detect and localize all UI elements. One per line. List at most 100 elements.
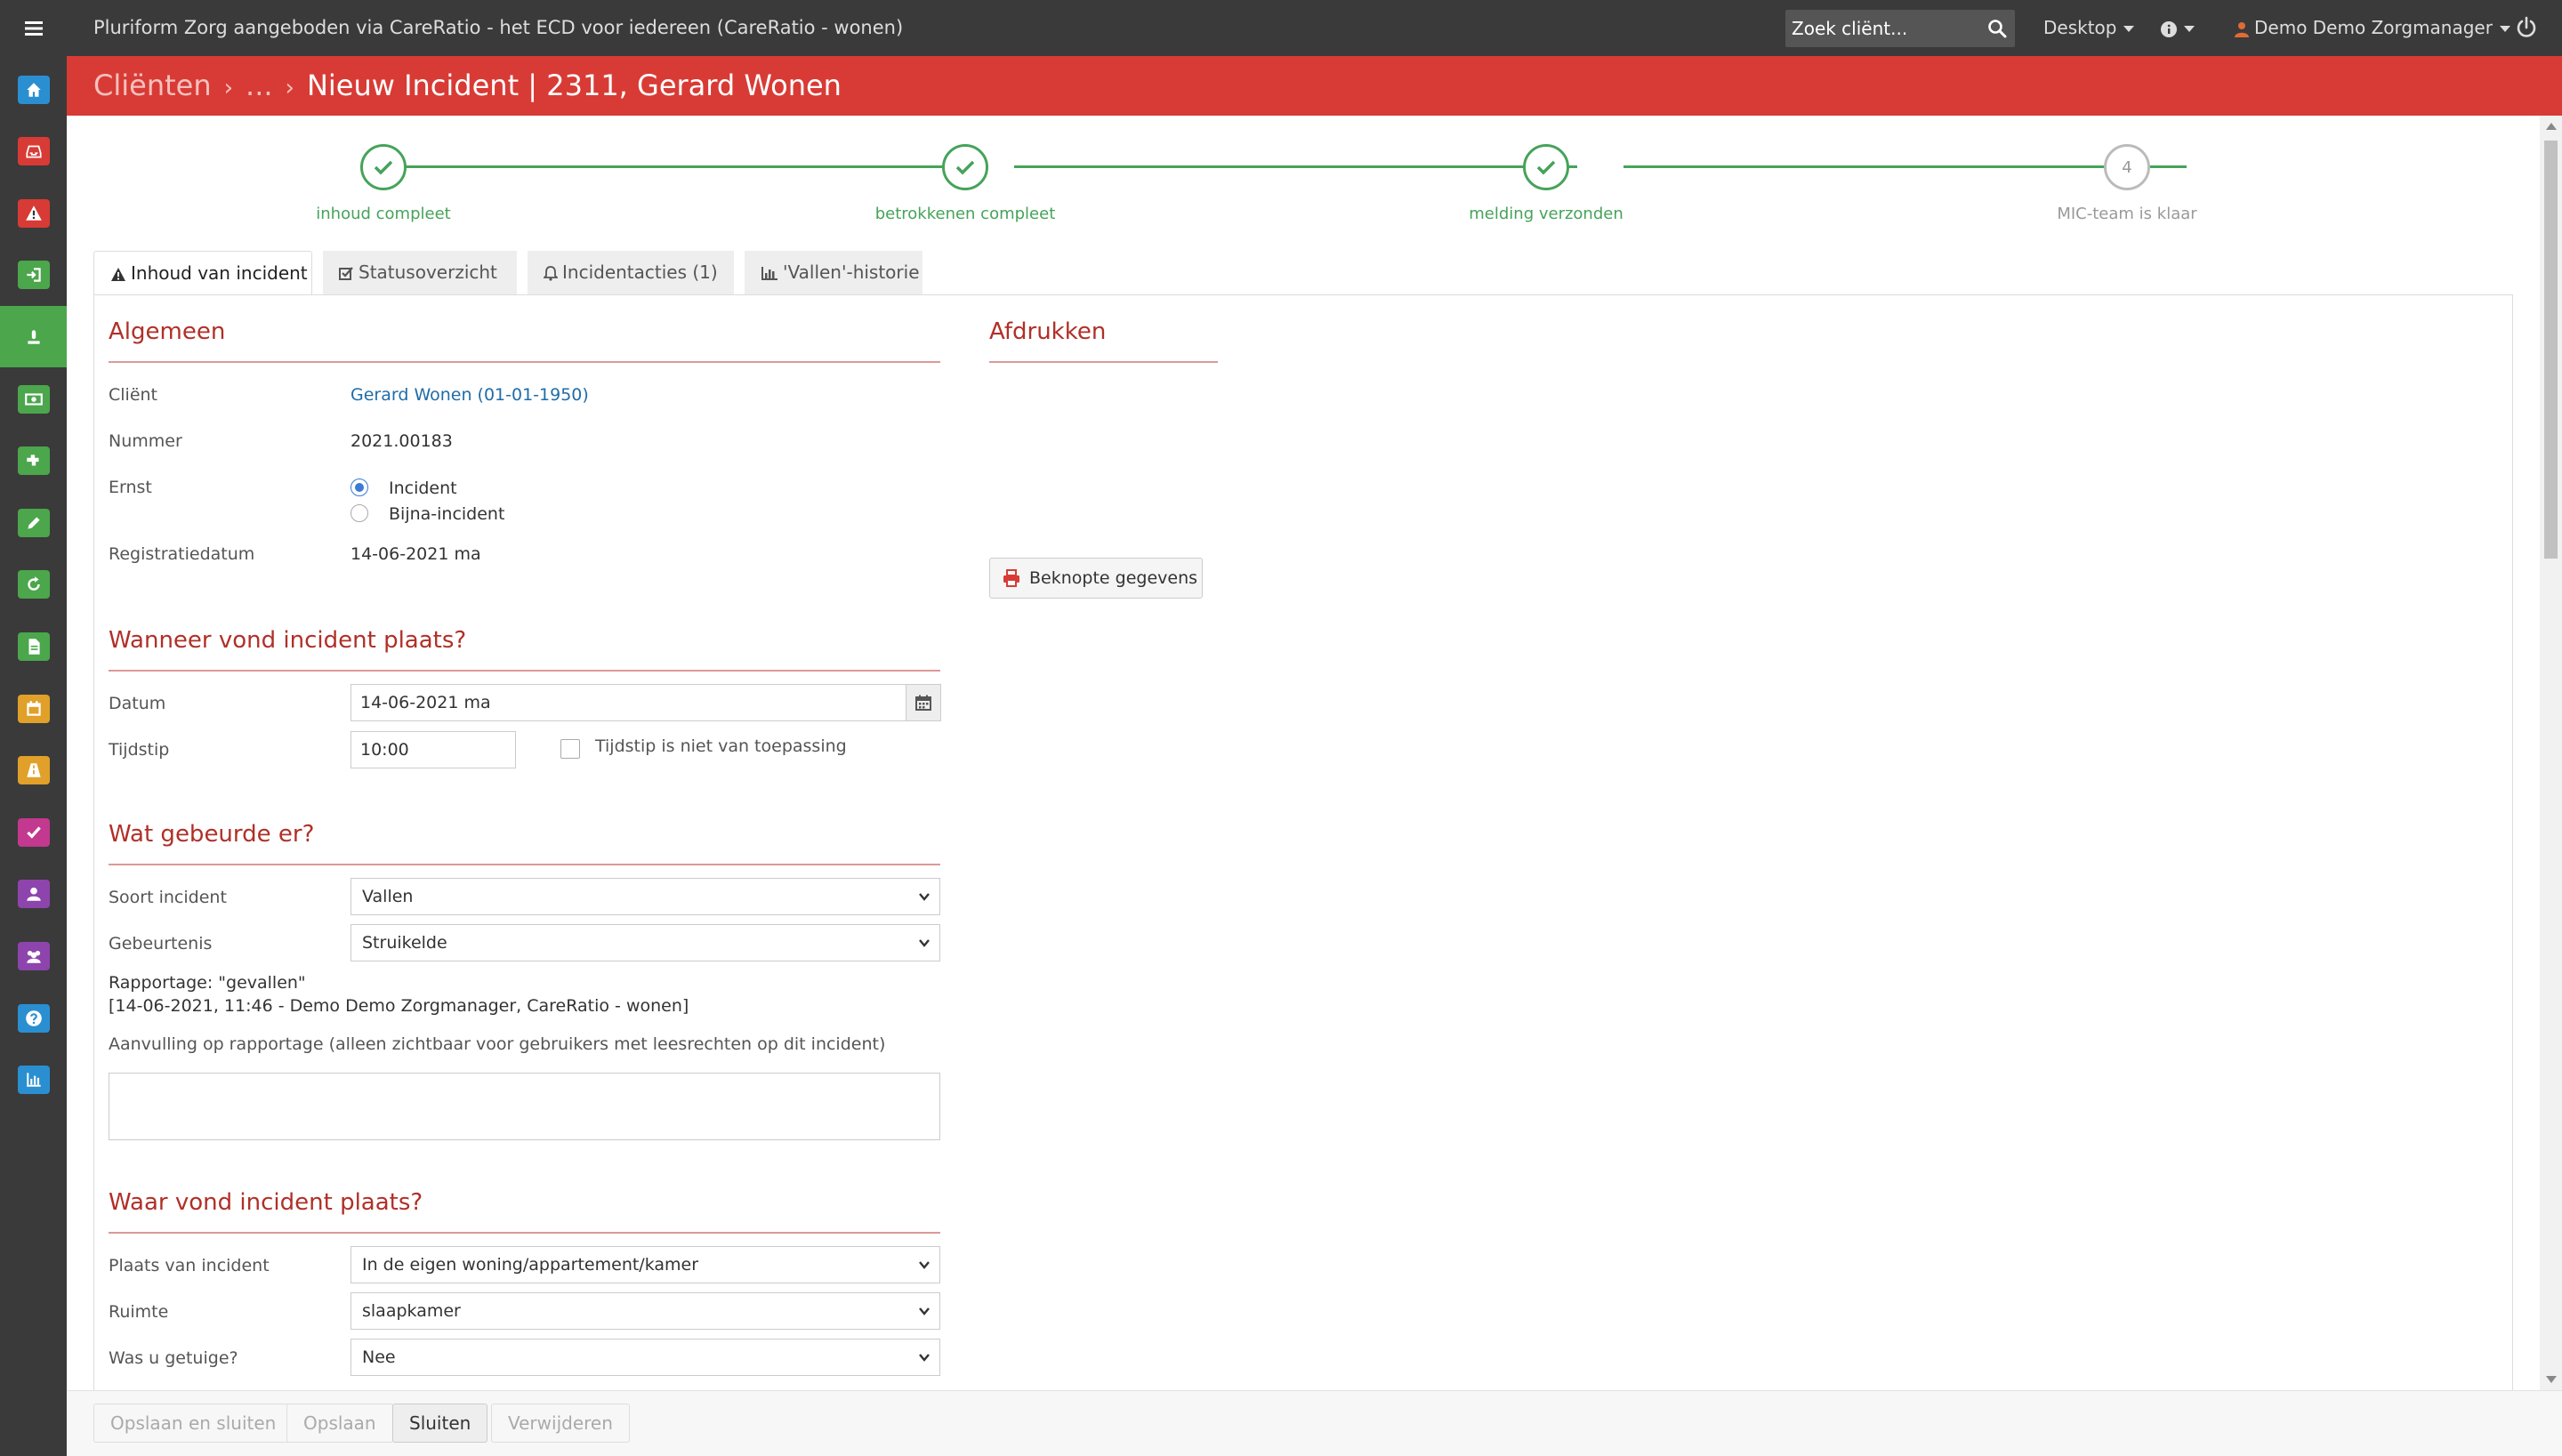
scroll-up-arrow-icon[interactable] xyxy=(2546,123,2557,130)
sidebar-item-money[interactable] xyxy=(0,368,67,430)
tijdstip-checkbox-label: Tijdstip is niet van toepassing xyxy=(595,736,847,756)
tab-statusoverzicht[interactable]: Statusoverzicht xyxy=(323,251,517,295)
sidebar-item-group[interactable] xyxy=(0,925,67,986)
ernst-incident-radio[interactable] xyxy=(350,479,368,496)
gebeurtenis-select[interactable]: Struikelde xyxy=(350,924,940,961)
checkbox-icon xyxy=(339,267,353,280)
section-title-algemeen: Algemeen xyxy=(109,318,226,345)
breadcrumb-clients-link[interactable]: Cliënten xyxy=(93,68,212,102)
footer-action-bar: Opslaan en sluiten Opslaan Sluiten Verwi… xyxy=(67,1390,2562,1456)
tab-panel-inhoud: Algemeen Cliënt Gerard Wonen (01-01-1950… xyxy=(93,294,2513,1390)
incident-icon xyxy=(18,323,50,351)
step-1-label: inhoud compleet xyxy=(316,205,451,223)
search-icon[interactable] xyxy=(1986,18,2008,39)
hamburger-menu-icon[interactable] xyxy=(0,0,67,56)
sidebar-item-document[interactable] xyxy=(0,615,67,677)
section-title-wanneer: Wanneer vond incident plaats? xyxy=(109,627,467,654)
puzzle-icon xyxy=(17,446,50,476)
step-4-label: MIC-team is klaar xyxy=(2057,205,2197,223)
client-search-input[interactable] xyxy=(1785,10,1972,47)
info-menu[interactable] xyxy=(2161,0,2195,56)
sidebar-item-sign-in[interactable] xyxy=(0,245,67,306)
aanvulling-textarea[interactable] xyxy=(109,1073,940,1140)
step-1-check-icon xyxy=(360,144,407,190)
chevron-right-icon: › xyxy=(285,75,294,101)
section-divider xyxy=(109,864,940,865)
registratiedatum-label: Registratiedatum xyxy=(109,544,255,564)
sidebar-item-warning[interactable] xyxy=(0,182,67,244)
ernst-incident-label[interactable]: Incident xyxy=(389,479,457,498)
rapportage-text: Rapportage: "gevallen" xyxy=(109,973,306,993)
bell-icon xyxy=(544,266,558,281)
tab-vallen-historie[interactable]: 'Vallen'-historie xyxy=(745,251,922,295)
soort-incident-select[interactable]: Vallen xyxy=(350,878,940,915)
power-icon[interactable] xyxy=(2515,16,2538,39)
save-button[interactable]: Opslaan xyxy=(286,1404,393,1443)
user-menu[interactable]: Demo Demo Zorgmanager xyxy=(2235,0,2510,56)
tijdstip-niet-van-toepassing-checkbox[interactable] xyxy=(560,739,580,759)
delete-button[interactable]: Verwijderen xyxy=(491,1404,630,1443)
step-2-check-icon xyxy=(942,144,988,190)
ruimte-select[interactable]: slaapkamer xyxy=(350,1292,940,1330)
scroll-down-arrow-icon[interactable] xyxy=(2546,1376,2557,1383)
scrollbar-thumb[interactable] xyxy=(2544,141,2558,559)
sidebar-item-inbox[interactable] xyxy=(0,121,67,182)
section-divider xyxy=(109,1232,940,1234)
ernst-bijna-incident-radio[interactable] xyxy=(350,504,368,522)
sidebar-item-puzzle[interactable] xyxy=(0,430,67,492)
datum-input[interactable]: 14-06-2021 ma xyxy=(350,684,906,721)
plaats-select[interactable]: In de eigen woning/appartement/kamer xyxy=(350,1246,940,1283)
calendar-icon xyxy=(17,694,50,723)
rapportage-meta: [14-06-2021, 11:46 - Demo Demo Zorgmanag… xyxy=(109,996,689,1016)
chevron-down-icon xyxy=(919,893,930,901)
calendar-icon[interactable] xyxy=(906,684,941,721)
sidebar-item-checkmark[interactable] xyxy=(0,801,67,863)
section-title-wat: Wat gebeurde er? xyxy=(109,821,315,848)
desktop-menu[interactable]: Desktop xyxy=(2043,0,2135,56)
app-title: Pluriform Zorg aangeboden via CareRatio … xyxy=(93,17,904,38)
sidebar-item-user[interactable] xyxy=(0,864,67,925)
sidebar-item-refresh[interactable] xyxy=(0,554,67,615)
warning-icon xyxy=(17,198,50,228)
plaats-label: Plaats van incident xyxy=(109,1256,270,1275)
save-and-close-button[interactable]: Opslaan en sluiten xyxy=(93,1404,294,1443)
breadcrumb-ellipsis-link[interactable]: ... xyxy=(246,68,273,102)
close-button[interactable]: Sluiten xyxy=(392,1404,488,1443)
tab-label: Inhoud van incident xyxy=(131,262,308,284)
step-2-label: betrokkenen compleet xyxy=(874,205,1056,223)
main-content: inhoud compleet betrokkenen compleet mel… xyxy=(67,116,2540,1390)
page-title: Nieuw Incident | 2311, Gerard Wonen xyxy=(306,68,842,102)
sidebar-item-calendar[interactable] xyxy=(0,678,67,739)
step-connector xyxy=(1623,165,2187,168)
tijdstip-input[interactable]: 10:00 xyxy=(350,731,516,768)
progress-steps: inhoud compleet betrokkenen compleet mel… xyxy=(67,116,2540,231)
client-link[interactable]: Gerard Wonen (01-01-1950) xyxy=(350,385,589,405)
getuige-label: Was u getuige? xyxy=(109,1348,238,1368)
nummer-value: 2021.00183 xyxy=(350,431,453,451)
vertical-scrollbar[interactable] xyxy=(2540,116,2562,1390)
tab-incidentacties[interactable]: Incidentacties (1) xyxy=(528,251,734,295)
tijdstip-label: Tijdstip xyxy=(109,740,170,760)
sidebar-item-incident[interactable] xyxy=(0,306,67,368)
ernst-bijna-incident-label[interactable]: Bijna-incident xyxy=(389,504,504,524)
getuige-select[interactable]: Nee xyxy=(350,1339,940,1376)
checkmark-icon xyxy=(17,817,50,847)
info-icon xyxy=(2161,20,2177,37)
sidebar-item-pencil[interactable] xyxy=(0,492,67,553)
tab-inhoud-van-incident[interactable]: Inhoud van incident xyxy=(93,251,312,295)
tab-label: Incidentacties (1) xyxy=(562,261,718,283)
group-icon xyxy=(17,941,50,970)
sidebar-item-road[interactable] xyxy=(0,740,67,801)
user-icon xyxy=(17,880,50,909)
sidebar-item-help[interactable] xyxy=(0,987,67,1049)
home-icon xyxy=(17,75,50,104)
section-divider xyxy=(109,361,940,363)
sidebar-item-chart[interactable] xyxy=(0,1050,67,1111)
chevron-right-icon: › xyxy=(223,75,234,101)
ruimte-label: Ruimte xyxy=(109,1302,169,1322)
print-summary-button[interactable]: Beknopte gegevens xyxy=(989,558,1203,599)
sidebar-item-home[interactable] xyxy=(0,59,67,120)
datum-label: Datum xyxy=(109,694,166,713)
sign-in-icon xyxy=(17,261,50,290)
warning-icon xyxy=(111,268,125,281)
